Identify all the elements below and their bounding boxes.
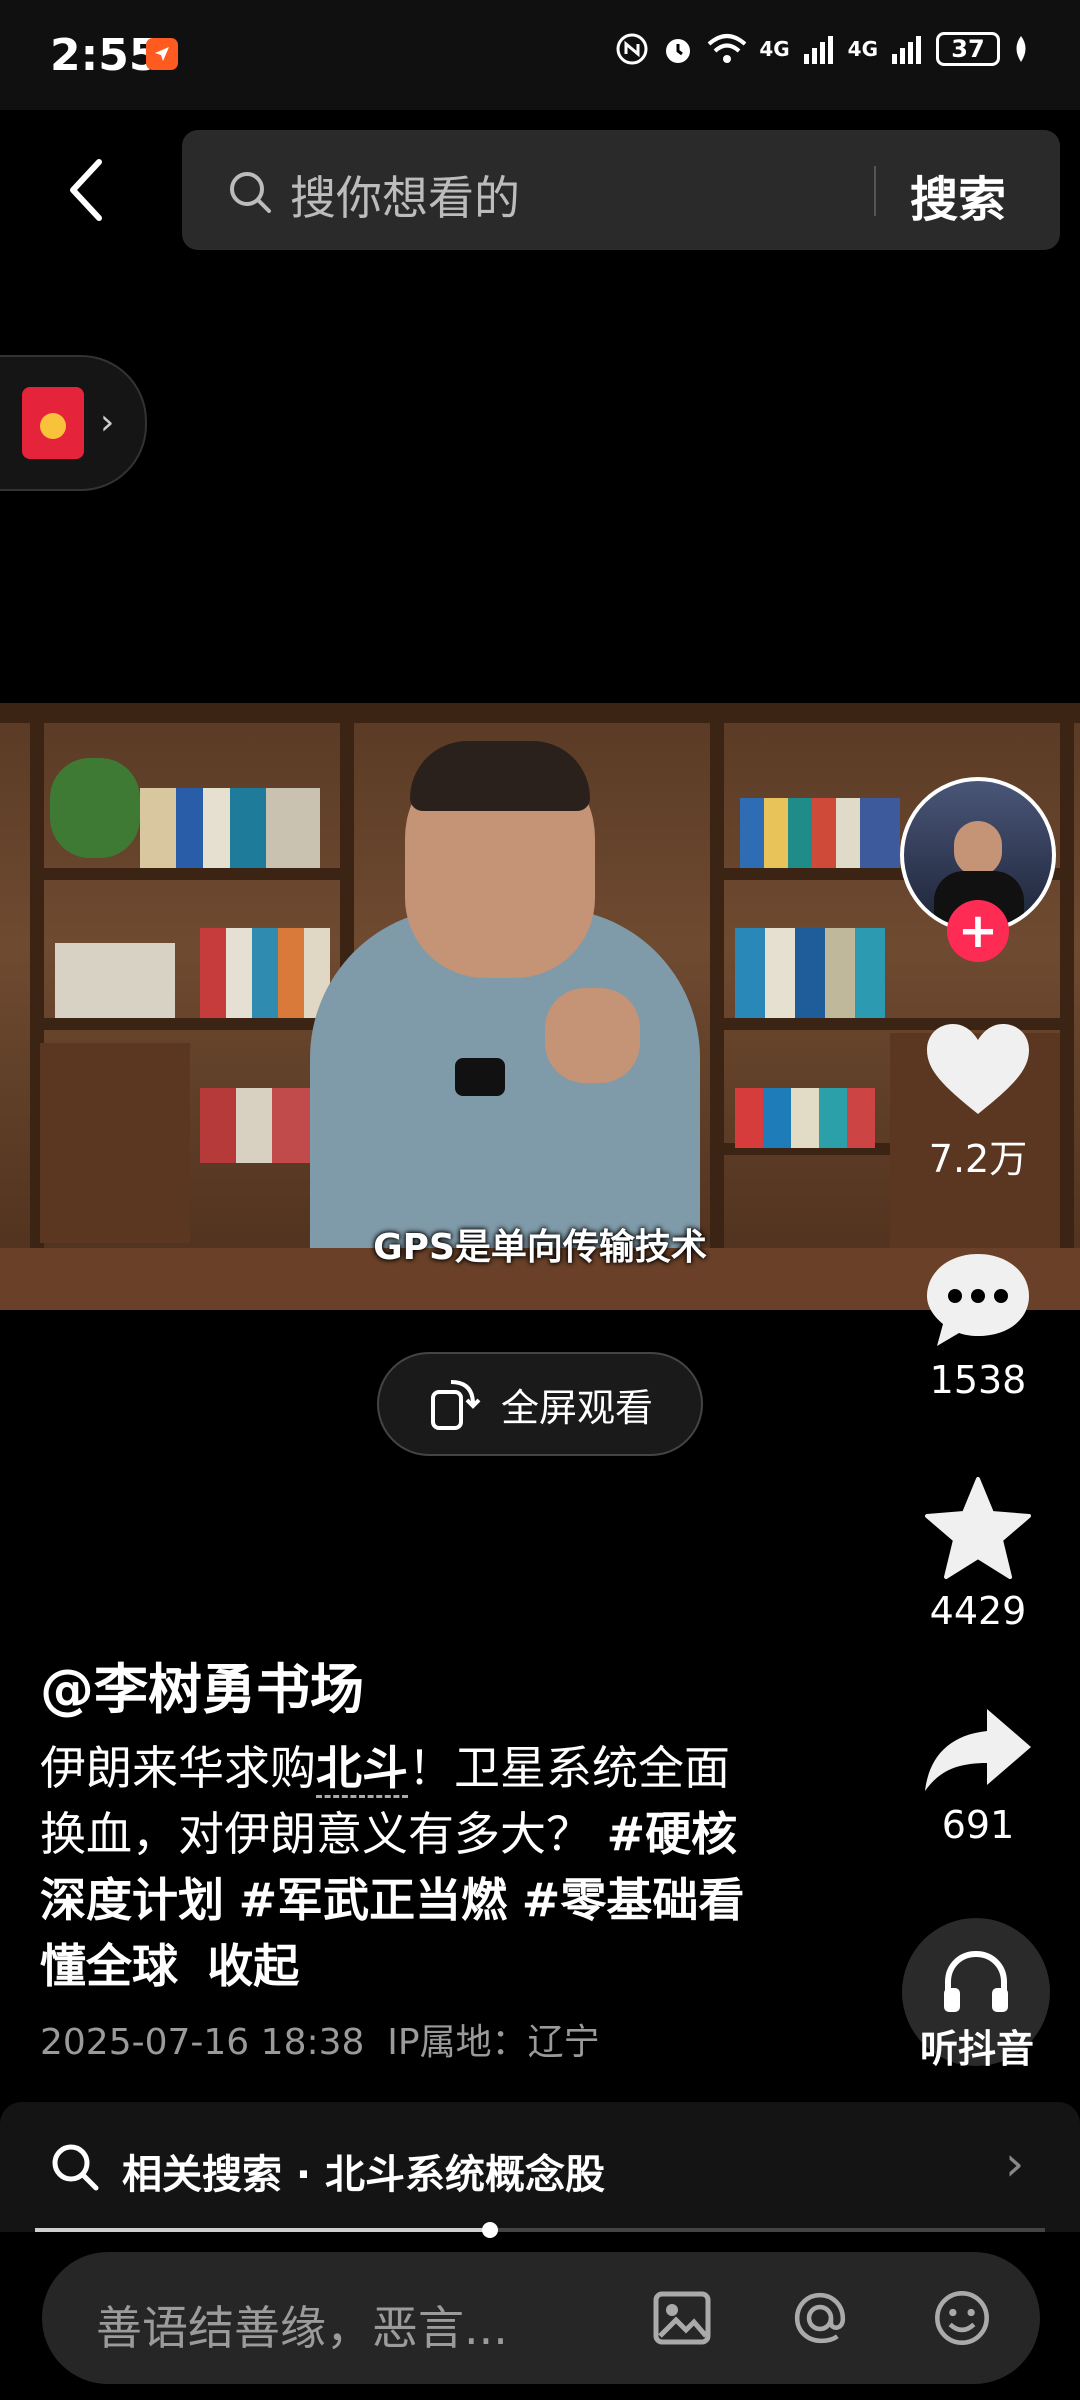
related-search-bar[interactable]: 相关搜索 · 北斗系统概念股 › <box>0 2102 1080 2232</box>
search-icon <box>52 2144 99 2191</box>
like-action[interactable]: 7.2万 <box>888 1020 1068 1183</box>
red-packet-widget[interactable]: › <box>0 355 147 491</box>
alarm-icon <box>666 39 691 63</box>
search-icon <box>230 172 271 213</box>
network-label: 4G <box>759 37 790 61</box>
search-input[interactable]: 搜你想看的 <box>290 162 520 228</box>
heart-icon <box>927 1024 1029 1114</box>
comment-input[interactable]: 善语结善缘，恶言... <box>96 2292 508 2358</box>
image-icon[interactable] <box>650 2286 714 2350</box>
comment-count: 1538 <box>929 1358 1027 1402</box>
comment-input-bar[interactable]: 善语结善缘，恶言... <box>42 2252 1040 2384</box>
keyword-link[interactable]: 北斗 <box>316 1741 408 1798</box>
post-location: IP属地：辽宁 <box>387 2022 600 2063</box>
star-icon <box>925 1477 1031 1579</box>
collapse-button[interactable]: 收起 <box>207 1939 299 1993</box>
follow-button[interactable]: + <box>947 900 1009 962</box>
red-packet-icon <box>22 387 84 459</box>
progress-fill <box>35 2228 490 2232</box>
favorite-count: 4429 <box>929 1589 1027 1633</box>
search-divider <box>874 166 876 216</box>
status-icons: 4G 4G 37 <box>615 32 1030 66</box>
post-meta: 2025-07-16 18:38 IP属地：辽宁 <box>40 2013 600 2065</box>
chevron-right-icon: › <box>100 402 115 443</box>
share-arrow-icon <box>925 1709 1031 1791</box>
fullscreen-button[interactable]: 全屏观看 <box>377 1352 703 1456</box>
share-action[interactable]: 691 <box>888 1705 1068 1847</box>
post-date: 2025-07-16 18:38 <box>40 2022 365 2063</box>
mention-icon[interactable] <box>788 2286 852 2350</box>
hashtag[interactable]: #军武正当燃 <box>239 1873 508 1927</box>
signal-icon <box>803 36 833 64</box>
chevron-left-icon <box>70 159 102 221</box>
share-count: 691 <box>941 1803 1015 1847</box>
video-player[interactable]: GPS是单向传输技术 <box>0 703 1080 1310</box>
like-count: 7.2万 <box>928 1137 1028 1181</box>
post-description: 伊朗来华求购北斗！卫星系统全面换血，对伊朗意义有多大？ #硬核深度计划 #军武正… <box>40 1741 745 1993</box>
headphones-icon <box>944 1950 1008 2012</box>
battery-indicator: 37 <box>936 32 1000 66</box>
status-time: 2:55 <box>50 30 160 81</box>
chevron-right-icon: › <box>1005 2136 1025 2192</box>
emoji-icon[interactable] <box>930 2286 994 2350</box>
progress-thumb[interactable] <box>481 2222 498 2238</box>
wifi-icon <box>707 34 747 63</box>
comment-action[interactable]: 1538 <box>888 1250 1068 1402</box>
favorite-action[interactable]: 4429 <box>888 1475 1068 1633</box>
signal-icon-2 <box>892 36 921 64</box>
author-name[interactable]: @李树勇书场 <box>40 1645 364 1724</box>
related-search-label: 相关搜索 · 北斗系统概念股 <box>122 2152 606 2198</box>
network-label-2: 4G <box>847 37 878 61</box>
fullscreen-label: 全屏观看 <box>500 1385 653 1430</box>
listen-douyin-label[interactable]: 听抖音 <box>882 2018 1072 2073</box>
app-notification-icon <box>146 38 178 70</box>
back-button[interactable] <box>55 150 115 230</box>
search-bar[interactable]: 搜你想看的 搜索 <box>182 130 1060 250</box>
leaf-icon <box>1016 36 1026 62</box>
rotate-screen-icon <box>430 1380 481 1430</box>
search-button[interactable]: 搜索 <box>910 160 1006 230</box>
nfc-icon <box>616 33 648 65</box>
comment-icon <box>927 1254 1029 1346</box>
